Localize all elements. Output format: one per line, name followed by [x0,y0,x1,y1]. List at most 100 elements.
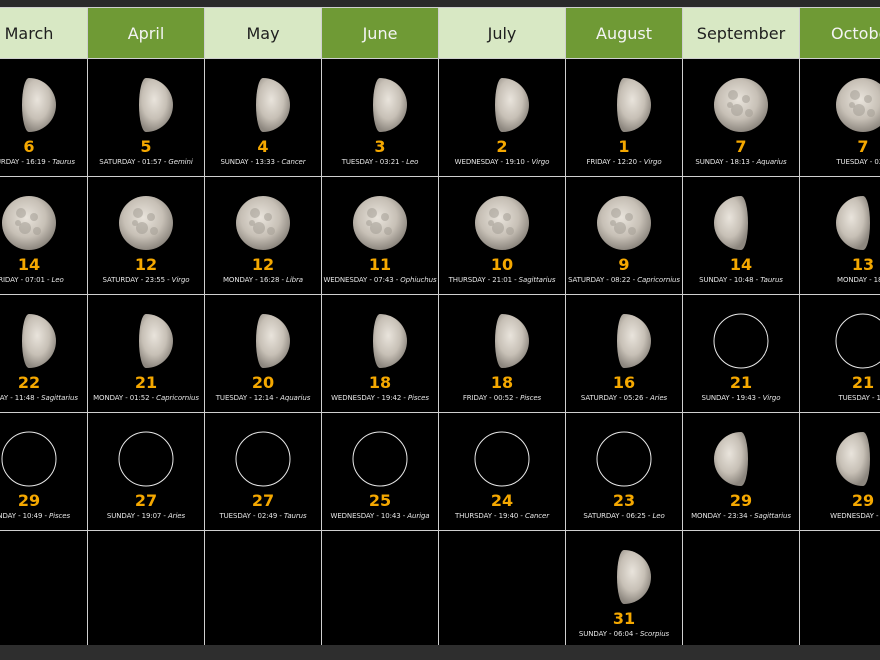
weekday: MONDAY [93,394,124,402]
new-moon-icon [1,431,57,487]
first-quarter-moon-icon [713,195,769,251]
weekday: SUNDAY [106,512,135,520]
last-quarter-moon-icon [352,313,408,369]
weekday: FRIDAY [462,394,488,402]
calendar-cell: 18 FRIDAY - 00:52 - Pisces [439,295,565,412]
day-number: 1 [618,137,630,156]
last-quarter-moon-icon [1,313,57,369]
weekday: SUNDAY [695,158,724,166]
day-number: 2 [496,137,508,156]
phase-time: 03:2 [874,158,880,166]
weekday: TUESDAY [215,394,248,402]
calendar-cell: 23 SATURDAY - 06:25 - Leo [566,413,682,530]
weekday: WEDNESDAY [830,512,874,520]
phase-detail: FRIDAY - 07:01 - Leo [0,276,64,284]
day-number: 4 [257,137,269,156]
weekday: SUNDAY [220,158,249,166]
zodiac-sign: Taurus [52,158,75,166]
day-number: 11 [368,255,392,274]
zodiac-sign: Sagittarius [518,276,556,284]
calendar-cell: 20 TUESDAY - 12:14 - Aquarius [205,295,321,412]
full-moon-icon [474,195,530,251]
month-header-september: September [683,8,799,58]
zodiac-sign: Virgo [643,158,662,166]
month-header-march: March [0,8,87,58]
calendar-cell: 29 WEDNESDAY - 16:0 [800,413,880,530]
last-quarter-moon-icon [1,77,57,133]
day-number: 5 [140,137,152,156]
weekday: SATURDAY [102,276,139,284]
day-number: 3 [374,137,386,156]
phase-time: 12:14 [253,394,274,402]
phase-time: 16:28 [259,276,280,284]
day-number: 6 [23,137,35,156]
moon-calendar: March April May June July August September Octo… [0,0,880,660]
phase-time: 19:40 [498,512,519,520]
phase-detail: SATURDAY - 01:57 - Gemini [99,158,193,166]
last-quarter-moon-icon [235,313,291,369]
weekday: THURSDAY [454,512,492,520]
phase-detail: SUNDAY - 19:43 - Virgo [701,394,781,402]
phase-detail: SATURDAY - 06:25 - Leo [583,512,665,520]
zodiac-sign: Sagittarius [754,512,791,520]
full-moon-icon [713,77,769,133]
phase-time: 12:20 [617,158,637,166]
calendar-cell: 14 SUNDAY - 10:48 - Taurus [683,177,799,294]
weekday: TUESDAY [836,158,868,166]
weekday: WEDNESDAY [454,158,499,166]
phase-time: 19:10 [505,158,525,166]
calendar-cell: 13 MONDAY - 18:3 [800,177,880,294]
phase-detail: WEDNESDAY - 10:43 - Auriga [330,512,430,520]
calendar-cell: 22 SUNDAY - 11:48 - Sagittarius [0,295,87,412]
zodiac-sign: Aries [650,394,668,402]
day-number: 9 [618,255,630,274]
full-moon-icon [1,195,57,251]
zodiac-sign: Cancer [524,512,550,520]
day-number: 31 [612,609,636,628]
phase-time: 16:19 [25,158,46,166]
phase-time: 23:34 [727,512,748,520]
phase-detail: SATURDAY - 08:22 - Capricornius [568,276,680,284]
calendar-cell: 25 WEDNESDAY - 10:43 - Auriga [322,413,438,530]
calendar-cell: 7 TUESDAY - 03:2 [800,59,880,176]
new-moon-icon [474,431,530,487]
calendar-cell [205,531,321,648]
weekday: TUESDAY [838,394,870,402]
phase-detail: FRIDAY - 00:52 - Pisces [462,394,542,402]
day-number: 21 [851,373,875,392]
phase-time: 19:42 [381,394,402,402]
zodiac-sign: Scorpius [639,630,670,638]
zodiac-sign: Pisces [407,394,429,402]
last-quarter-moon-icon [474,313,530,369]
month-header-august: August [566,8,682,58]
phase-detail: MONDAY - 01:52 - Capricornius [93,394,199,402]
zodiac-sign: Virgo [762,394,781,402]
phase-time: 07:43 [373,276,394,284]
phase-time: 10:48 [733,276,754,284]
day-number: 12 [134,255,158,274]
day-number: 14 [729,255,753,274]
calendar-cell: 9 SATURDAY - 08:22 - Capricornius [566,177,682,294]
zodiac-sign: Leo [406,158,419,166]
phase-time: 07:01 [25,276,45,284]
day-number: 16 [612,373,636,392]
calendar-cell: 7 SUNDAY - 18:13 - Aquarius [683,59,799,176]
day-number: 14 [17,255,41,274]
day-number: 22 [17,373,41,392]
weekday: SATURDAY [0,158,20,166]
calendar-cell [683,531,799,648]
weekday: SUNDAY [578,630,607,638]
calendar-cell: 29 SUNDAY - 10:49 - Pisces [0,413,87,530]
phase-detail: TUESDAY - 02:49 - Taurus [219,512,307,520]
zodiac-sign: Ophiuchus [400,276,437,284]
weekday: MONDAY [691,512,722,520]
day-number: 18 [368,373,392,392]
zodiac-sign: Aquarius [280,394,311,402]
calendar-cell [88,531,204,648]
phase-detail: SUNDAY - 06:04 - Scorpius [578,630,670,638]
zodiac-sign: Libra [286,276,303,284]
phase-detail: TUESDAY - 03:2 [836,158,880,166]
day-number: 24 [490,491,514,510]
weekday: SATURDAY [583,512,620,520]
first-quarter-moon-icon [713,431,769,487]
